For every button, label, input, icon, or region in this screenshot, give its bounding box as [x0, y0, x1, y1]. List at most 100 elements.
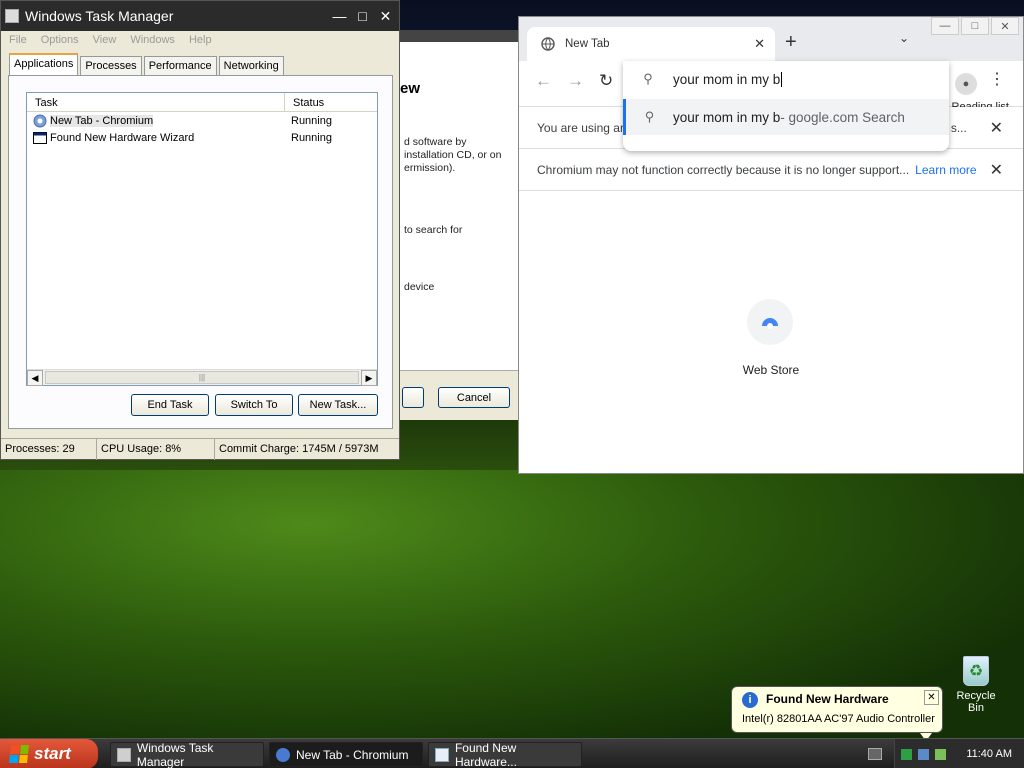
web-store-icon	[762, 318, 778, 329]
taskbar-label: Found New Hardware...	[454, 740, 517, 768]
close-icon[interactable]: ✕	[375, 6, 396, 27]
suggestion-source: - google.com Search	[780, 109, 905, 125]
wizard-heading: ew	[400, 80, 421, 97]
close-icon[interactable]: ✕	[990, 160, 1003, 180]
minimize-icon[interactable]: —	[329, 6, 350, 27]
tab-networking[interactable]: Networking	[218, 56, 284, 76]
scroll-thumb[interactable]: |||	[45, 371, 359, 384]
task-list[interactable]: Task Status New Tab - Chromium Running F…	[26, 92, 378, 386]
web-store-label: Web Store	[742, 363, 800, 377]
maximize-icon[interactable]: □	[961, 17, 989, 35]
profile-icon[interactable]: ●	[955, 73, 977, 95]
taskbar-label: New Tab - Chromium	[296, 747, 409, 762]
task-list-header: Task Status	[27, 93, 377, 112]
minimize-icon[interactable]: —	[931, 17, 959, 35]
tab-applications[interactable]: Applications	[9, 53, 79, 76]
taskbar-hardware-wizard[interactable]: Found New Hardware...	[428, 740, 582, 768]
menu-options[interactable]: Options	[41, 34, 79, 46]
menu-windows[interactable]: Windows	[130, 34, 175, 46]
column-status[interactable]: Status	[285, 93, 377, 111]
chevron-down-icon[interactable]: ⌄	[899, 31, 909, 45]
task-status: Running	[291, 131, 332, 144]
recycle-bin-label: Recycle Bin	[956, 690, 996, 714]
notification-balloon[interactable]: i Found New Hardware Intel(r) 82801AA AC…	[731, 686, 943, 741]
menu-view[interactable]: View	[93, 34, 117, 46]
menu-bar: File Options View Windows Help	[1, 31, 399, 49]
toolbar: ← → ↻ ⚲ your mom in my b ⚲ your mom in m…	[519, 61, 1023, 151]
task-manager-title: Windows Task Manager	[25, 8, 174, 24]
info-icon: i	[742, 692, 758, 708]
window-controls: — □ ✕	[931, 17, 1019, 35]
maximize-icon[interactable]: □	[352, 6, 373, 27]
learn-more-link[interactable]: Learn more	[915, 163, 976, 177]
task-status: Running	[291, 114, 332, 127]
taskbar-chromium[interactable]: New Tab - Chromium	[269, 742, 423, 767]
wizard-cancel-button[interactable]: Cancel	[438, 387, 510, 408]
end-task-button[interactable]: End Task	[131, 394, 209, 416]
suggestion-text: your mom in my b	[673, 109, 781, 125]
switch-to-button[interactable]: Switch To	[215, 394, 293, 416]
scroll-left-icon[interactable]: ◀	[27, 370, 43, 386]
forward-icon[interactable]: →	[567, 71, 584, 91]
recycle-bin-icon: ♻	[963, 656, 989, 686]
keyboard-icon[interactable]	[868, 748, 882, 760]
column-task[interactable]: Task	[27, 93, 285, 111]
tab-title: New Tab	[565, 38, 610, 50]
wizard-footer: Cancel	[398, 370, 520, 420]
windows-flag-icon	[9, 745, 29, 763]
close-icon[interactable]: ✕	[924, 690, 939, 705]
new-task-button[interactable]: New Task...	[298, 394, 378, 416]
tab-processes[interactable]: Processes	[80, 56, 142, 76]
back-icon[interactable]: ←	[535, 71, 552, 91]
hardware-wizard-window: ew d software by installation CD, or on …	[398, 30, 520, 418]
status-bar: Processes: 29 CPU Usage: 8% Commit Charg…	[1, 438, 399, 460]
start-button[interactable]: start	[0, 739, 98, 768]
table-row[interactable]: New Tab - Chromium Running	[27, 112, 377, 129]
omnibox[interactable]: ⚲ your mom in my b	[623, 61, 949, 97]
scroll-right-icon[interactable]: ▶	[361, 370, 377, 386]
web-store-tile[interactable]	[747, 299, 793, 345]
chromium-icon	[276, 747, 290, 762]
wizard-text-3: device	[404, 281, 435, 293]
system-tray: 11:40 AM	[894, 739, 1024, 768]
tab-strip: Applications Processes Performance Netwo…	[9, 53, 286, 76]
horizontal-scrollbar[interactable]: ◀ ||| ▶	[27, 369, 377, 386]
recycle-bin[interactable]: ♻ Recycle Bin	[948, 656, 1004, 714]
menu-file[interactable]: File	[9, 34, 27, 46]
safely-remove-icon[interactable]	[935, 748, 946, 760]
window-icon	[435, 747, 449, 762]
tab-close-icon[interactable]: ✕	[754, 36, 765, 52]
globe-icon	[541, 37, 555, 51]
close-icon[interactable]: ✕	[991, 17, 1019, 35]
wizard-next-button[interactable]	[402, 387, 424, 408]
search-icon: ⚲	[644, 109, 655, 124]
hardware-icon[interactable]	[901, 748, 912, 760]
task-name: New Tab - Chromium	[50, 114, 154, 127]
start-label: start	[34, 744, 71, 763]
menu-icon[interactable]: ⋮	[989, 69, 1005, 89]
network-icon[interactable]	[918, 748, 929, 760]
search-icon: ⚲	[643, 71, 653, 86]
reload-icon[interactable]: ↻	[599, 71, 613, 91]
tab-new-tab[interactable]: New Tab ✕	[527, 27, 775, 61]
new-tab-icon[interactable]: +	[785, 31, 797, 54]
task-manager-titlebar[interactable]: Windows Task Manager — □ ✕	[1, 1, 399, 31]
table-row[interactable]: Found New Hardware Wizard Running	[27, 129, 377, 146]
omnibox-input[interactable]: your mom in my b	[673, 72, 780, 87]
chromium-icon	[33, 114, 47, 127]
tab-performance[interactable]: Performance	[143, 56, 217, 76]
processes-count: Processes: 29	[1, 439, 97, 460]
balloon-body: Intel(r) 82801AA AC'97 Audio Controller	[742, 713, 935, 725]
suggestion-item[interactable]: ⚲ your mom in my b - google.com Search	[623, 99, 949, 135]
wizard-text-1: d software by installation CD, or on erm…	[404, 136, 502, 174]
close-icon[interactable]: ✕	[990, 118, 1003, 138]
taskbar-task-manager[interactable]: Windows Task Manager	[110, 741, 264, 768]
unsupported-warning-bar: Chromium may not function correctly beca…	[519, 149, 1023, 191]
task-manager-icon	[5, 9, 19, 23]
balloon-title: Found New Hardware	[766, 692, 889, 706]
clock[interactable]: 11:40 AM	[966, 748, 1012, 760]
menu-help[interactable]: Help	[189, 34, 212, 46]
commit-charge: Commit Charge: 1745M / 5973M	[219, 443, 379, 455]
omnibox-dropdown: ⚲ your mom in my b ⚲ your mom in my b - …	[623, 61, 949, 151]
window-icon	[33, 131, 47, 144]
